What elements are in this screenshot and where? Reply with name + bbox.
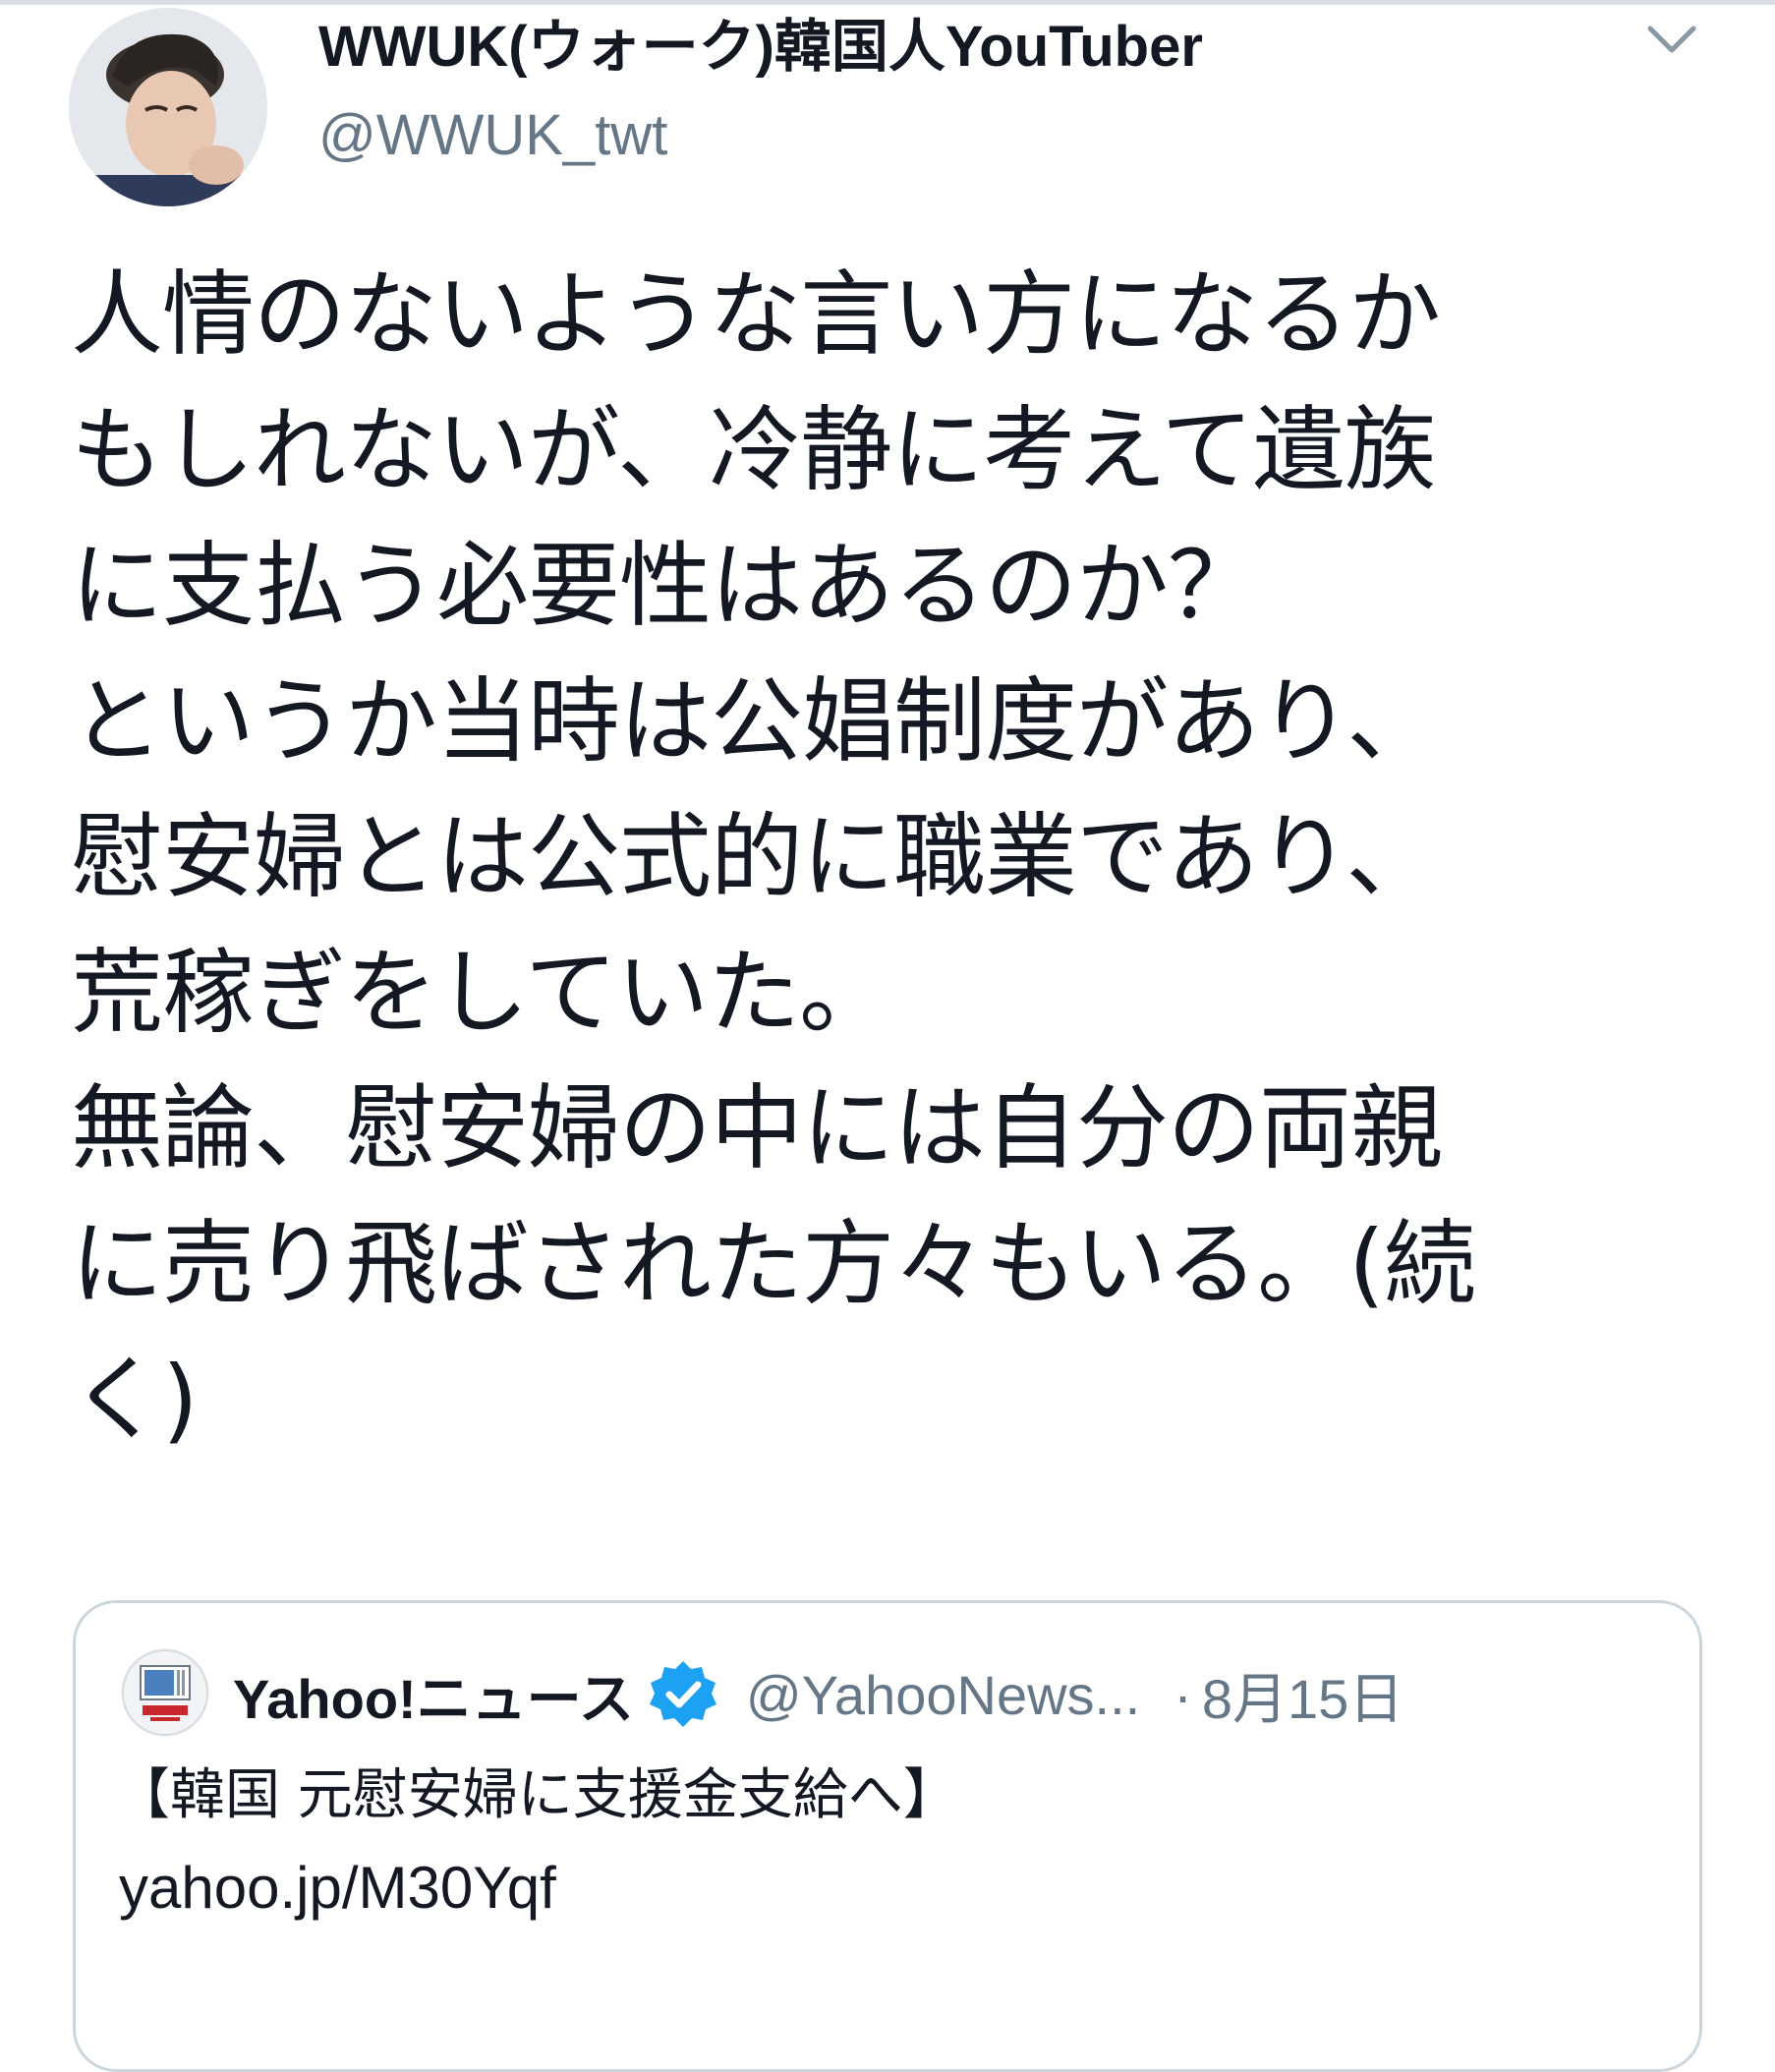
quoted-tweet-card[interactable]: Yahoo!ニュース @YahooNews... · 8月15日 【韓国 元慰安… xyxy=(73,1600,1702,2072)
header-separator: · xyxy=(1174,1663,1192,1726)
quoted-author-handle[interactable]: @YahooNews... xyxy=(746,1663,1140,1727)
yahoo-news-logo-icon xyxy=(121,1648,209,1737)
verified-badge-icon xyxy=(646,1657,720,1732)
quoted-tweet-date[interactable]: 8月15日 xyxy=(1202,1655,1403,1735)
author-display-name[interactable]: WWUK(ウォーク)韓国人YouTuber xyxy=(318,10,1203,85)
chevron-down-icon xyxy=(1647,26,1696,53)
profile-photo-icon xyxy=(69,8,267,206)
quoted-author-avatar[interactable] xyxy=(121,1648,209,1737)
quoted-tweet-link[interactable]: yahoo.jp/M30Yqf xyxy=(119,1843,556,1933)
quoted-author-name[interactable]: Yahoo!ニュース xyxy=(233,1655,634,1735)
tweet-text: 人情のないような言い方になるか もしれないが、冷静に考えて遺族 に支払う必要性は… xyxy=(71,261,1476,1454)
quoted-tweet-header: Yahoo!ニュース @YahooNews... · 8月15日 xyxy=(233,1650,1652,1739)
more-options-button[interactable] xyxy=(1639,14,1704,65)
author-handle[interactable]: @WWUK_twt xyxy=(318,98,667,173)
author-avatar[interactable] xyxy=(69,8,267,206)
top-divider xyxy=(0,0,1775,5)
quoted-tweet-text: 【韓国 元慰安婦に支援金支給へ】 xyxy=(115,1763,958,1827)
